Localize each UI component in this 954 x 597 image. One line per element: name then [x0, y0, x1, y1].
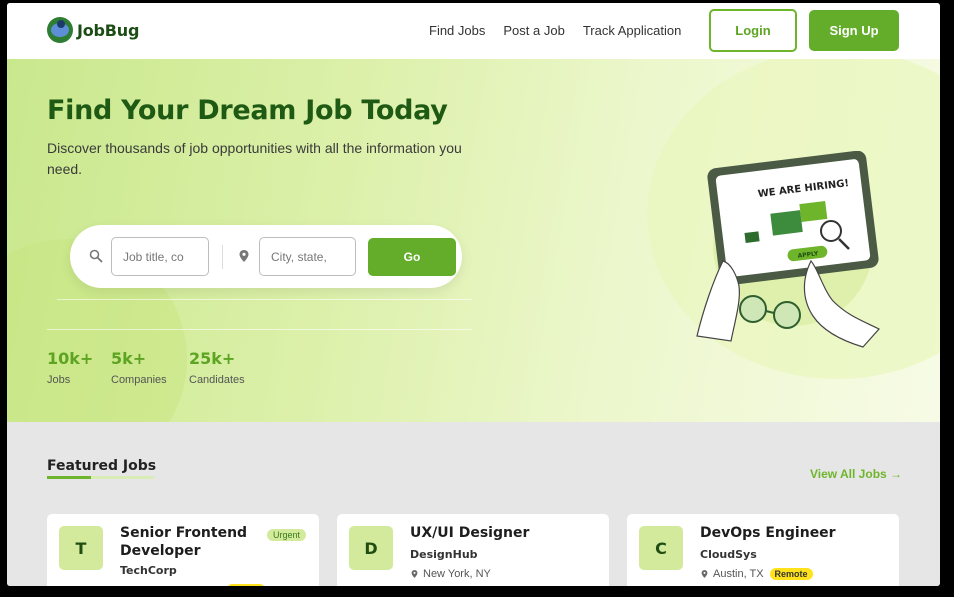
divider-line [57, 299, 472, 300]
urgent-badge: Urgent [267, 529, 307, 541]
company-name: CloudSys [700, 548, 757, 561]
job-title[interactable]: Senior Frontend Developer [120, 524, 260, 560]
company-logo: D [349, 526, 393, 570]
view-all-jobs-link[interactable]: View All Jobs → [810, 467, 902, 481]
stat-label: Jobs [47, 374, 71, 386]
remote-badge: Remote [769, 568, 813, 580]
brand-name: JobBug [77, 20, 140, 40]
company-logo: T [59, 526, 103, 570]
stat-label: Companies [111, 374, 167, 386]
tag-badge [227, 584, 265, 586]
hero-title: Find Your Dream Job Today [47, 95, 448, 126]
bug-logo-icon [47, 17, 73, 43]
company-logo: C [639, 526, 683, 570]
hero-section: Find Your Dream Job Today Discover thous… [7, 59, 940, 422]
job-title[interactable]: UX/UI Designer [410, 524, 550, 542]
search-icon [89, 249, 103, 263]
location-pin-icon [701, 570, 708, 578]
job-card[interactable]: D UX/UI Designer DesignHub New York, NY [337, 514, 609, 586]
section-title-underline [47, 476, 154, 479]
browser-window: JobBug Find Jobs Post a Job Track Applic… [7, 3, 940, 586]
job-card[interactable]: T Senior Frontend Developer Urgent TechC… [47, 514, 319, 586]
company-name: DesignHub [410, 548, 478, 561]
search-bar: Go [70, 225, 462, 288]
hero-subtitle: Discover thousands of job opportunities … [47, 140, 462, 177]
job-title-input[interactable] [111, 237, 209, 276]
job-title[interactable]: DevOps Engineer [700, 524, 890, 542]
job-location: Austin, TX Remote [700, 568, 813, 580]
top-nav: JobBug Find Jobs Post a Job Track Applic… [7, 3, 940, 59]
nav-links: Find Jobs Post a Job Track Application [429, 23, 681, 38]
location-text: New York, NY [423, 568, 491, 580]
location-pin-icon [411, 570, 418, 578]
login-button[interactable]: Login [709, 9, 797, 52]
stat-candidates: 25k+ Candidates [189, 349, 245, 386]
section-title: Featured Jobs [47, 458, 157, 474]
brand-logo[interactable]: JobBug [47, 17, 139, 43]
nav-track-application[interactable]: Track Application [583, 23, 682, 38]
location-pin-icon [239, 250, 249, 262]
nav-post-job[interactable]: Post a Job [503, 23, 564, 38]
search-divider [222, 245, 223, 269]
stat-label: Candidates [189, 374, 245, 386]
nav-find-jobs[interactable]: Find Jobs [429, 23, 485, 38]
job-location: New York, NY [410, 568, 491, 580]
stat-value: 10k+ [47, 349, 94, 368]
stat-companies: 5k+ Companies [111, 349, 167, 386]
job-card[interactable]: C DevOps Engineer CloudSys Austin, TX Re… [627, 514, 899, 586]
location-input[interactable] [259, 237, 356, 276]
hiring-illustration: WE ARE HIRING! APPLY [696, 151, 880, 348]
go-button[interactable]: Go [368, 238, 456, 276]
company-name: TechCorp [120, 564, 177, 577]
divider-line [47, 329, 472, 330]
location-text: Austin, TX [713, 568, 764, 580]
stat-value: 25k+ [189, 349, 236, 368]
stat-value: 5k+ [111, 349, 147, 368]
stat-jobs: 10k+ Jobs [47, 349, 93, 386]
signup-button[interactable]: Sign Up [809, 10, 899, 51]
featured-jobs-section: Featured Jobs View All Jobs → T Senior F… [7, 422, 940, 586]
